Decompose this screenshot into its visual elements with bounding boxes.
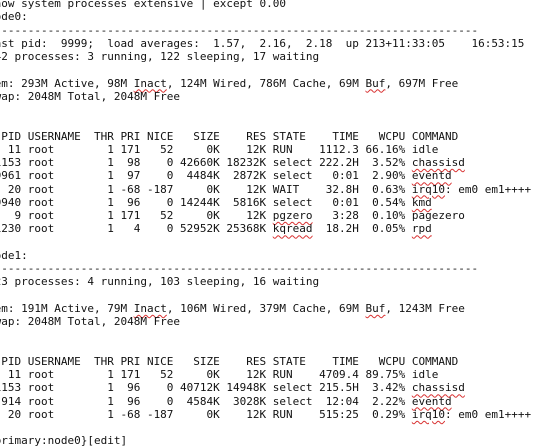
row-command-args: : em0 em1++++ [444, 407, 532, 421]
row-fields: 1153 root 1 96 0 40712K 14948K select 21… [0, 381, 412, 395]
command-line: show system processes extensive | except… [0, 0, 287, 10]
terminal-output: show system processes extensive | except… [0, 0, 560, 448]
mem-prefix: Mem: 293M Active, 98M [0, 76, 134, 90]
mem-inact: Inact [133, 301, 167, 315]
row-command: kmd [411, 195, 432, 209]
row-state: kqread [272, 222, 313, 236]
node1-separator: ----------------------------------------… [0, 262, 479, 275]
process-row: 20 root 1 -68 -187 0K 12K RUN 515:25 0.2… [0, 408, 560, 421]
node0-processes-line: 142 processes: 3 running, 122 sleeping, … [0, 50, 320, 63]
mem-mid: , 106M Wired, 379M Cache, 69M [166, 301, 366, 315]
process-row: 0961 root 1 97 0 4484K 2872K select 0:01… [0, 169, 560, 182]
node0-separator: ----------------------------------------… [0, 23, 479, 37]
row-fields: 1230 root 1 4 0 52952K 25368K [0, 222, 273, 236]
node1-header: node1: [0, 248, 28, 262]
row-fields: 11 root 1 171 52 0K 12K RUN 4709.4 89.75… [0, 368, 412, 381]
process-row: 1230 root 1 4 0 52952K 25368K kqread 18.… [0, 222, 560, 235]
process-row: 1153 root 1 96 0 40712K 14948K select 21… [0, 381, 560, 394]
row-fields: 20 root 1 -68 -187 0K 12K RUN 515:25 0.2… [0, 407, 412, 421]
row-fields: 1153 root 1 98 0 42660K 18232K select 22… [0, 156, 412, 169]
row-fields: 9 root 1 171 52 0K 12K [0, 209, 273, 222]
row-fields: 0940 root 1 96 0 14244K 5816K select 0:0… [0, 195, 412, 209]
row-command: chassisd [411, 381, 465, 395]
row-command: rpd [411, 222, 432, 236]
process-row: 20 root 1 -68 -187 0K 12K WAIT 32.8H 0.6… [0, 183, 560, 196]
row-fields: 0961 root 1 97 0 4484K 2872K select 0:01… [0, 169, 412, 183]
process-row: 0940 root 1 96 0 14244K 5816K select 0:0… [0, 196, 560, 209]
process-row: 914 root 1 96 0 4584K 3028K select 12:04… [0, 395, 560, 408]
mem-suffix: , 1243M Free [385, 301, 465, 315]
row-fields: 18.2H 0.05% [312, 222, 412, 236]
node1-column-header: PID USERNAME THR PRI NICE SIZE RES STATE… [0, 354, 459, 368]
row-fields: 3:28 0.10% [312, 209, 412, 222]
row-fields: 11 root 1 171 52 0K 12K RUN 1112.3 66.16… [0, 142, 412, 156]
node0-swap-line: Swap: 2048M Total, 2048M Free [0, 89, 181, 103]
process-row: 9 root 1 171 52 0K 12K pgzero 3:28 0.10%… [0, 209, 560, 222]
row-command: idle [411, 368, 439, 381]
node1-mem-line: Mem: 191M Active, 79M Inact, 106M Wired,… [0, 302, 560, 315]
mem-buf: Buf [365, 76, 386, 90]
process-row: 1153 root 1 98 0 42660K 18232K select 22… [0, 156, 560, 169]
node1-processes-line: 123 processes: 4 running, 103 sleeping, … [0, 275, 320, 289]
row-fields: 20 root 1 -68 -187 0K 12K WAIT 32.8H 0.6… [0, 182, 412, 196]
mem-buf: Buf [365, 301, 386, 315]
row-command: irq10 [411, 407, 445, 421]
mem-suffix: , 697M Free [385, 76, 459, 90]
mem-prefix: Mem: 191M Active, 79M [0, 301, 134, 315]
mem-mid: , 124M Wired, 786M Cache, 69M [166, 76, 366, 90]
row-command: irq10 [411, 182, 445, 196]
row-command: chassisd [411, 156, 465, 169]
node0-header: node0: [0, 10, 28, 24]
row-fields: 914 root 1 96 0 4584K 3028K select 12:04… [0, 394, 412, 408]
node1-swap-line: Swap: 2048M Total, 2048M Free [0, 315, 181, 328]
process-row: 11 root 1 171 52 0K 12K RUN 1112.3 66.16… [0, 143, 560, 156]
row-command: idle [411, 142, 439, 156]
node0-mem-line: Mem: 293M Active, 98M Inact, 124M Wired,… [0, 77, 560, 90]
row-command-args: : em0 em1++++ [444, 182, 532, 196]
row-command: eventd [411, 169, 452, 183]
node0-last-pid-line: last pid: 9999; load averages: 1.57, 2.1… [0, 36, 525, 50]
row-command: pagezero [411, 209, 465, 222]
row-command: eventd [411, 394, 452, 408]
row-state: pgzero [272, 209, 313, 222]
process-row: 11 root 1 171 52 0K 12K RUN 4709.4 89.75… [0, 368, 560, 381]
cli-prompt[interactable]: {primary:node0}[edit] [0, 434, 560, 447]
mem-inact: Inact [133, 76, 167, 90]
node0-column-header: PID USERNAME THR PRI NICE SIZE RES STATE… [0, 129, 459, 143]
